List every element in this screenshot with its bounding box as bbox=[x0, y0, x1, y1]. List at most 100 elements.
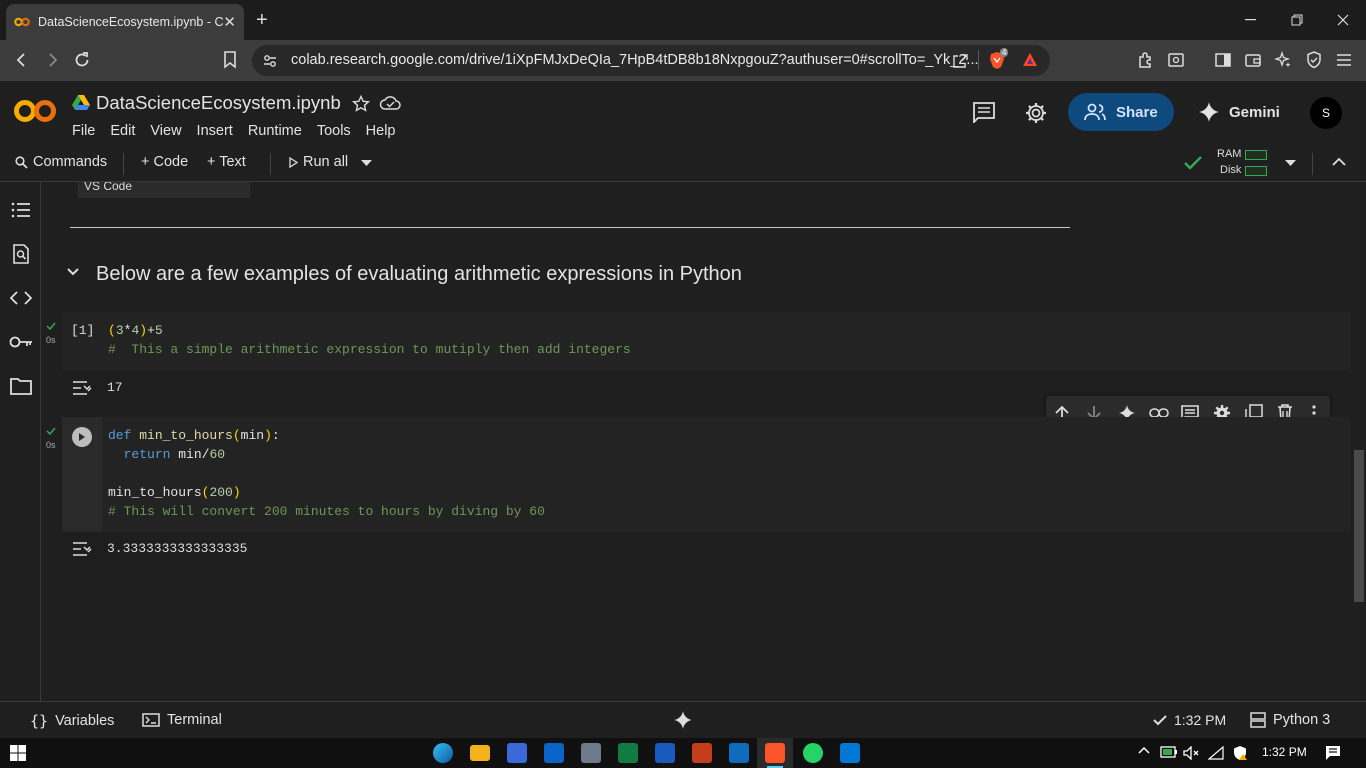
volume-muted-icon[interactable] bbox=[1183, 746, 1199, 760]
file-explorer-icon[interactable] bbox=[470, 745, 490, 761]
menu-edit[interactable]: Edit bbox=[110, 123, 135, 139]
cell2-code-line-1[interactable]: def min_to_hours(min): bbox=[108, 428, 280, 443]
security-warning-icon[interactable] bbox=[1232, 745, 1248, 761]
collapse-toolbar-icon[interactable] bbox=[1332, 157, 1346, 166]
cell2-code-line-3[interactable]: min_to_hours(200) bbox=[108, 485, 241, 500]
commands-button[interactable]: Commands bbox=[15, 154, 107, 170]
brave-shields-icon[interactable]: 4 bbox=[987, 48, 1009, 70]
ram-meter[interactable] bbox=[1245, 150, 1267, 160]
variables-button[interactable]: {} Variables bbox=[30, 712, 114, 730]
cell2-code-line-2[interactable]: return min/60 bbox=[108, 447, 225, 462]
menu-file[interactable]: File bbox=[72, 123, 95, 139]
browser-tab[interactable]: DataScienceEcosystem.ipynb - Co ✕ bbox=[6, 4, 244, 40]
brave-browser-icon[interactable] bbox=[765, 743, 785, 763]
wifi-icon[interactable] bbox=[1208, 746, 1224, 760]
battery-icon[interactable] bbox=[1160, 746, 1178, 758]
code-cell-2[interactable]: def min_to_hours(min): return min/60 min… bbox=[62, 417, 1350, 532]
files-folder-icon[interactable] bbox=[9, 374, 33, 398]
share-button[interactable]: Share bbox=[1068, 93, 1174, 131]
menu-insert[interactable]: Insert bbox=[197, 123, 233, 139]
run-all-dropdown-icon[interactable] bbox=[361, 160, 372, 167]
star-icon[interactable] bbox=[352, 95, 370, 113]
cell1-code-line-1[interactable]: (3*4)+5 bbox=[108, 323, 163, 338]
terminal-label: Terminal bbox=[167, 712, 222, 728]
sidebar-icon[interactable] bbox=[1212, 49, 1234, 71]
settings-gear-icon[interactable] bbox=[1024, 101, 1048, 125]
connected-check-icon[interactable] bbox=[1183, 154, 1203, 172]
menu-tools[interactable]: Tools bbox=[317, 123, 351, 139]
braces-icon: {} bbox=[30, 712, 49, 730]
minimize-icon[interactable] bbox=[1228, 0, 1274, 40]
reading-mode-icon[interactable] bbox=[1165, 49, 1187, 71]
disk-meter[interactable] bbox=[1245, 166, 1267, 176]
extensions-icon[interactable] bbox=[1135, 49, 1157, 71]
runtime-dropdown-icon[interactable] bbox=[1285, 160, 1296, 167]
table-of-contents-icon[interactable] bbox=[9, 198, 33, 222]
section-heading[interactable]: Below are a few examples of evaluating a… bbox=[96, 263, 742, 286]
show-hidden-icons-icon[interactable] bbox=[1138, 746, 1150, 754]
browser-menu-icon[interactable] bbox=[1333, 49, 1355, 71]
cell2-status-check-icon bbox=[46, 427, 56, 435]
gemini-button[interactable]: Gemini bbox=[1198, 101, 1280, 123]
colab-logo[interactable] bbox=[14, 98, 56, 124]
powerpoint-icon[interactable] bbox=[692, 743, 712, 763]
horizontal-rule bbox=[70, 227, 1070, 228]
brave-rewards-icon[interactable] bbox=[1021, 51, 1039, 69]
leo-ai-icon[interactable] bbox=[1272, 49, 1294, 71]
microsoft-store-icon[interactable] bbox=[507, 743, 527, 763]
terminal-button[interactable]: Terminal bbox=[142, 712, 222, 728]
cell2-code-line-4[interactable]: # This will convert 200 minutes to hours… bbox=[108, 504, 545, 519]
gemini-status-icon[interactable] bbox=[673, 710, 693, 730]
word-icon[interactable] bbox=[655, 743, 675, 763]
bookmark-icon[interactable] bbox=[219, 49, 241, 71]
output-toggle-icon[interactable] bbox=[72, 541, 94, 557]
share-page-icon[interactable] bbox=[952, 53, 968, 69]
vpn-shield-icon[interactable] bbox=[1303, 49, 1325, 71]
windows-start-icon[interactable] bbox=[10, 745, 26, 761]
excel-icon[interactable] bbox=[618, 743, 638, 763]
cell1-status-check-icon bbox=[46, 322, 56, 330]
cell1-code-line-2[interactable]: # This a simple arithmetic expression to… bbox=[108, 342, 631, 357]
wallet-icon[interactable] bbox=[1242, 49, 1264, 71]
kernel-button[interactable]: Python 3 bbox=[1250, 712, 1330, 728]
new-tab-icon[interactable]: + bbox=[256, 9, 268, 32]
site-settings-icon[interactable] bbox=[262, 53, 278, 69]
whatsapp-icon[interactable] bbox=[803, 743, 823, 763]
menu-help[interactable]: Help bbox=[366, 123, 396, 139]
edge-icon[interactable] bbox=[433, 743, 453, 763]
menu-view[interactable]: View bbox=[150, 123, 181, 139]
kernel-label: Python 3 bbox=[1273, 712, 1331, 728]
code-snippets-icon[interactable] bbox=[9, 286, 33, 310]
menu-runtime[interactable]: Runtime bbox=[248, 123, 302, 139]
add-code-button[interactable]: + Code bbox=[141, 154, 188, 170]
code-cell-1[interactable]: [1] (3*4)+5 # This a simple arithmetic e… bbox=[62, 312, 1350, 370]
close-window-icon[interactable] bbox=[1320, 0, 1366, 40]
output-toggle-icon[interactable] bbox=[72, 380, 94, 396]
address-bar[interactable]: colab.research.google.com/drive/1iXpFMJx… bbox=[252, 45, 1050, 76]
vscode-icon[interactable] bbox=[840, 743, 860, 763]
add-text-button[interactable]: + Text bbox=[207, 154, 246, 170]
collapse-section-icon[interactable] bbox=[67, 268, 79, 276]
scrollbar-track[interactable] bbox=[1353, 182, 1366, 701]
secrets-key-icon[interactable] bbox=[9, 330, 33, 354]
find-replace-icon[interactable] bbox=[9, 242, 33, 266]
cell1-exec-count: [1] bbox=[71, 323, 95, 338]
execution-status[interactable]: 1:32 PM bbox=[1153, 712, 1226, 728]
avatar[interactable]: S bbox=[1310, 97, 1342, 129]
scrollbar-thumb[interactable] bbox=[1354, 450, 1364, 602]
forward-icon[interactable] bbox=[41, 49, 63, 71]
taskbar-clock[interactable]: 1:32 PM bbox=[1262, 745, 1307, 759]
notebook-title[interactable]: DataScienceEcosystem.ipynb bbox=[96, 92, 341, 114]
notifications-icon[interactable] bbox=[1325, 745, 1341, 761]
outlook-new-icon[interactable] bbox=[729, 743, 749, 763]
camera-icon[interactable] bbox=[581, 743, 601, 763]
cloud-saved-icon[interactable] bbox=[379, 95, 401, 111]
back-icon[interactable] bbox=[11, 49, 33, 71]
restore-icon[interactable] bbox=[1274, 0, 1320, 40]
reload-icon[interactable] bbox=[71, 49, 93, 71]
run-cell-button[interactable] bbox=[72, 427, 92, 447]
outlook-icon[interactable] bbox=[544, 743, 564, 763]
run-all-button[interactable]: Run all bbox=[289, 154, 348, 170]
comments-icon[interactable] bbox=[972, 101, 996, 123]
close-tab-icon[interactable]: ✕ bbox=[223, 13, 236, 31]
